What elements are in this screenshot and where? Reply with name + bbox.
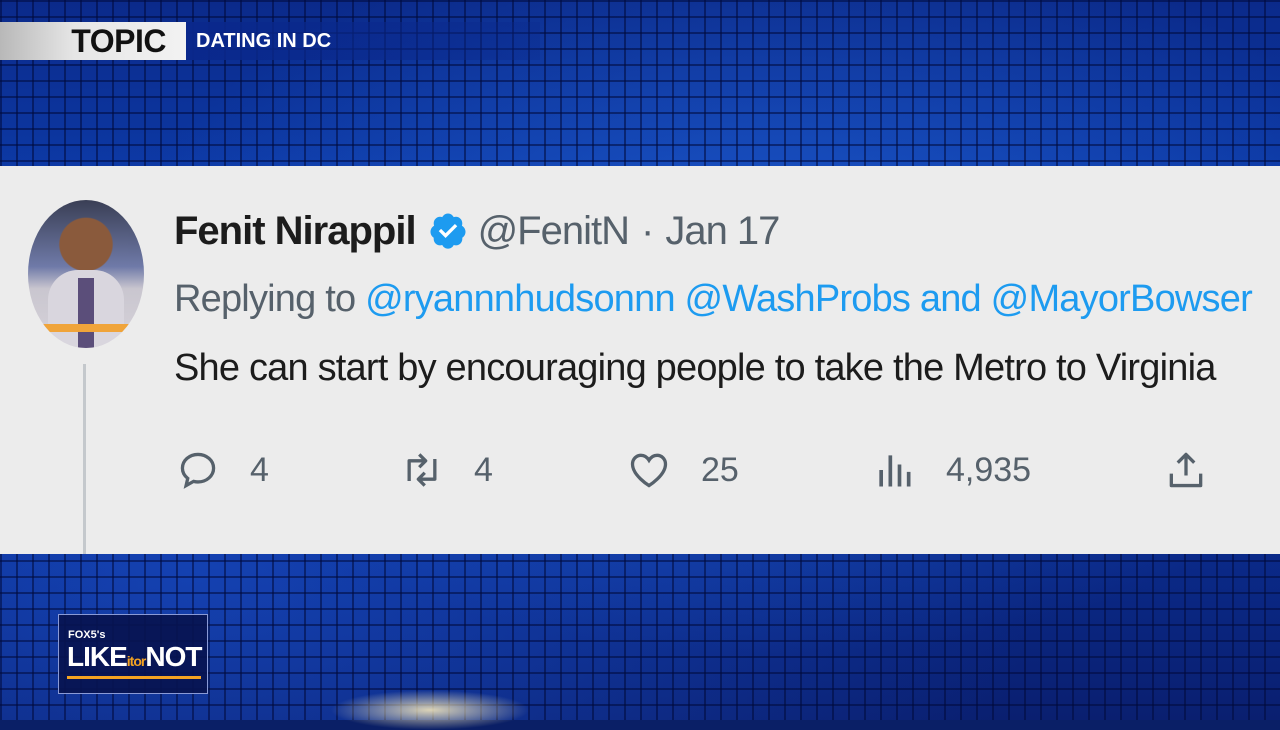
retweet-button[interactable]: 4	[400, 446, 493, 494]
separator-dot: ·	[641, 208, 654, 253]
views-count: 4,935	[946, 450, 1032, 489]
share-button[interactable]	[1164, 446, 1208, 494]
reply-icon	[180, 452, 216, 489]
background-light-glow	[330, 690, 530, 730]
author-name[interactable]: Fenit Nirappil	[174, 209, 417, 254]
tweet-header: Fenit Nirappil @FenitN · Jan 17	[174, 206, 780, 256]
tweet-date[interactable]: Jan 17	[665, 209, 780, 254]
logo-underline	[67, 676, 201, 679]
mention-joiner: and	[919, 278, 982, 320]
thread-line	[83, 364, 86, 554]
views-button[interactable]: 4,935	[872, 446, 1031, 494]
replying-prefix: Replying to	[174, 278, 356, 320]
like-count: 25	[701, 450, 739, 489]
replying-to: Replying to @ryannnhudsonnn @WashProbs a…	[174, 278, 1253, 321]
mention-link[interactable]: @MayorBowser	[991, 278, 1253, 320]
tweet-text: She can start by encouraging people to t…	[174, 347, 1216, 389]
verified-badge-icon	[430, 213, 466, 249]
topic-banner: TOPIC DATING IN DC	[0, 22, 540, 60]
retweet-count: 4	[474, 450, 493, 489]
mention-link[interactable]: @ryannnhudsonnn	[365, 278, 676, 320]
like-button[interactable]: 25	[627, 446, 739, 494]
share-icon	[1169, 452, 1203, 488]
avatar-tie	[78, 278, 94, 348]
avatar-strip	[28, 324, 144, 332]
reply-count: 4	[250, 450, 269, 489]
mention-link[interactable]: @WashProbs	[685, 278, 911, 320]
like-icon	[630, 453, 668, 488]
author-handle[interactable]: @FenitN	[478, 209, 630, 254]
logo-title: LIKEitorNOT	[67, 641, 202, 672]
views-icon	[879, 455, 911, 487]
logo-station: FOX5's	[68, 629, 106, 641]
topic-value: DATING IN DC	[186, 22, 540, 60]
topic-label: TOPIC	[0, 22, 186, 60]
avatar[interactable]	[28, 200, 144, 348]
show-logo: FOX5's LIKEitorNOT	[58, 614, 208, 694]
retweet-icon	[407, 453, 437, 487]
reply-button[interactable]: 4	[176, 446, 269, 494]
